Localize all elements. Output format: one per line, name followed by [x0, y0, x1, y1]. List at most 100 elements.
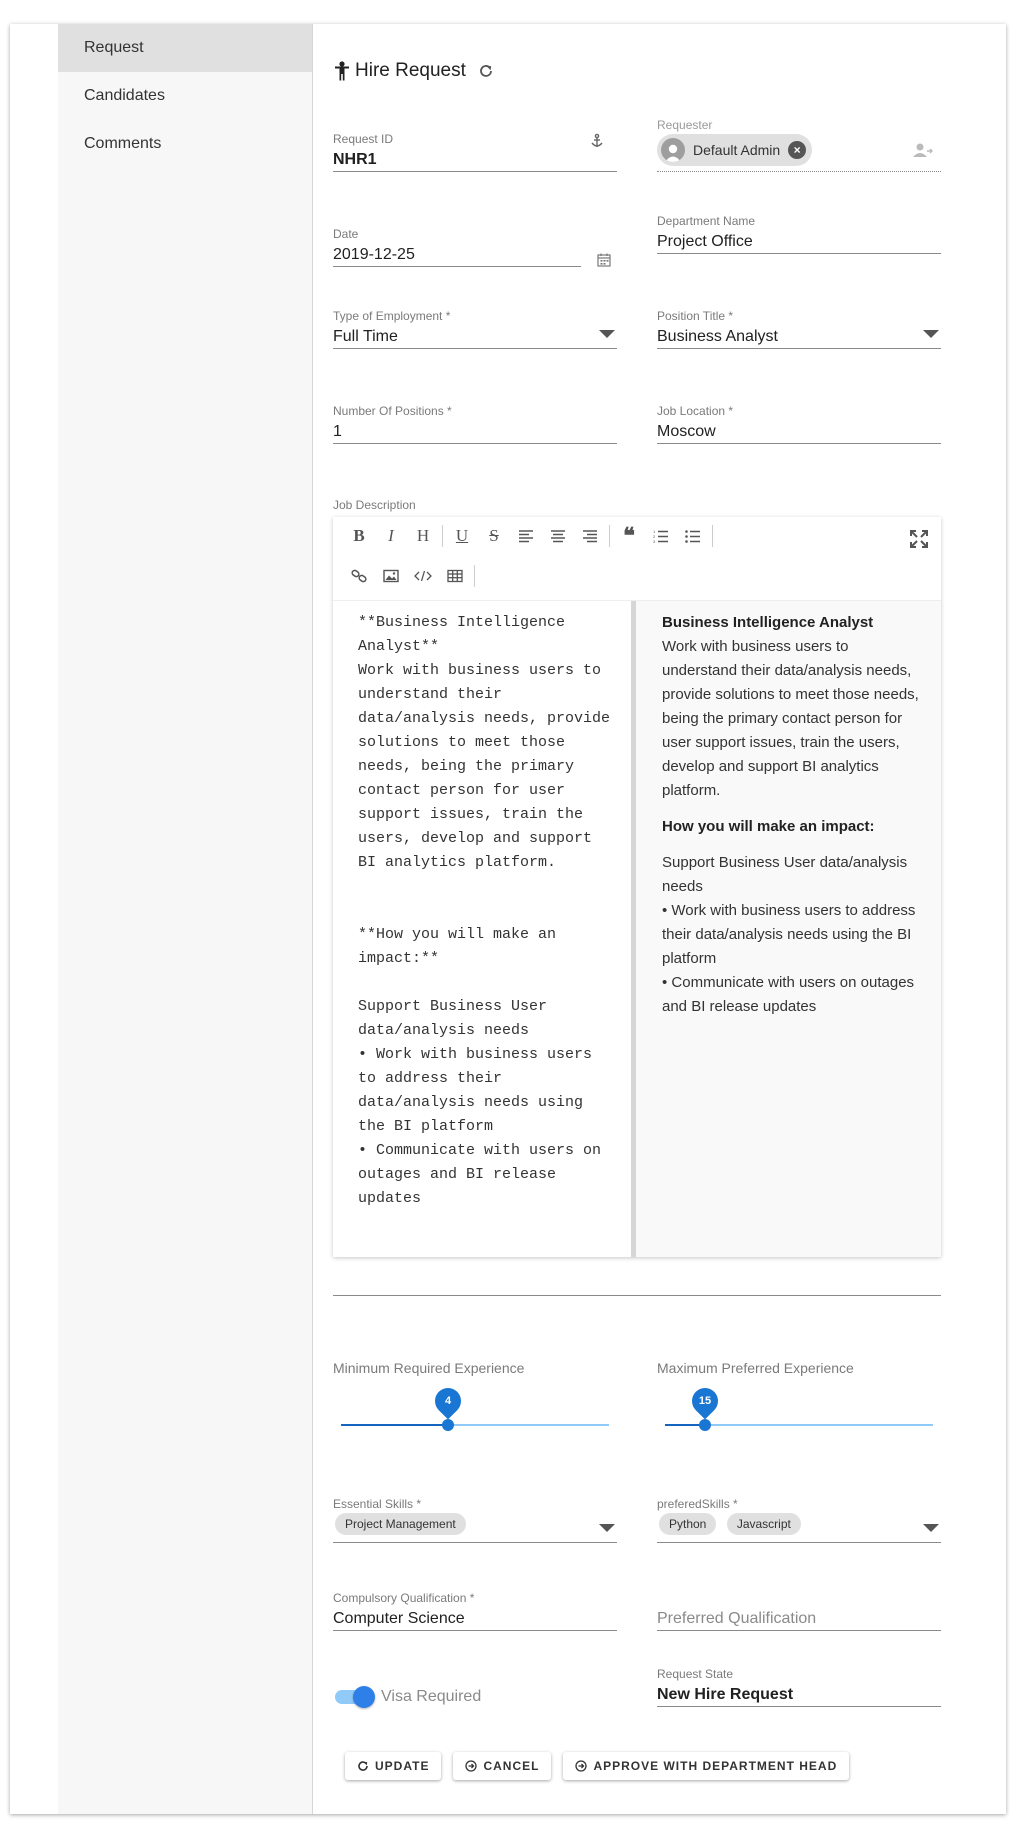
slider-value-bubble: 4: [429, 1382, 467, 1420]
visa-toggle[interactable]: Visa Required: [333, 1686, 482, 1708]
toolbar-divider: [474, 565, 475, 587]
preferred-qualification-field[interactable]: Preferred Qualification: [657, 1608, 941, 1631]
chevron-down-icon[interactable]: [599, 330, 615, 338]
position-title-select[interactable]: Position Title * Business Analyst: [657, 309, 941, 349]
italic-icon[interactable]: I: [375, 522, 407, 550]
toggle-thumb[interactable]: [353, 1686, 375, 1708]
update-label: UPDATE: [375, 1759, 430, 1773]
calendar-icon[interactable]: [597, 253, 611, 267]
slider-thumb[interactable]: [699, 1419, 712, 1431]
bold-icon[interactable]: B: [343, 522, 375, 550]
refresh-icon[interactable]: [478, 63, 494, 79]
person-icon: [335, 61, 349, 81]
markdown-editor: B I H U S ❝ 1 2 3 **Business Intelligenc…: [333, 517, 941, 1257]
requester-name: Default Admin: [693, 142, 781, 158]
request-id-value: NHR1: [333, 151, 377, 168]
toolbar-divider: [712, 525, 713, 547]
markdown-line: **How you will make an: [358, 926, 557, 943]
markdown-line: updates: [358, 1190, 422, 1207]
min-experience-slider[interactable]: Minimum Required Experience 4: [333, 1360, 617, 1431]
person-assign-icon[interactable]: [913, 142, 933, 158]
essential-skills-label: Essential Skills *: [333, 1497, 422, 1511]
code-icon[interactable]: [407, 562, 439, 590]
markdown-preview: Business Intelligence Analyst Work with …: [636, 601, 941, 1257]
approve-button[interactable]: APPROVE WITH DEPARTMENT HEAD: [563, 1752, 850, 1780]
markdown-line: Analyst**: [358, 638, 440, 655]
markdown-line: impact:**: [358, 950, 440, 967]
preview-heading: How you will make an impact:: [662, 818, 875, 835]
slider-track[interactable]: 15: [665, 1382, 933, 1431]
arrow-circle-icon: [575, 1760, 588, 1772]
department-value: Project Office: [657, 233, 753, 250]
compulsory-qualification-field[interactable]: Compulsory Qualification * Computer Scie…: [333, 1591, 617, 1631]
quote-icon[interactable]: ❝: [613, 522, 645, 550]
max-experience-slider[interactable]: Maximum Preferred Experience 15: [657, 1360, 941, 1431]
date-field[interactable]: Date 2019-12-25: [333, 227, 581, 267]
update-button[interactable]: UPDATE: [345, 1752, 442, 1780]
chevron-down-icon[interactable]: [923, 330, 939, 338]
department-field[interactable]: Department Name Project Office: [657, 214, 941, 254]
table-icon[interactable]: [439, 562, 471, 590]
markdown-line: contact person for user: [358, 782, 566, 799]
essential-skills-select[interactable]: Essential Skills * Project Management: [333, 1497, 617, 1543]
request-id-field[interactable]: Request ID NHR1: [333, 132, 617, 172]
cancel-label: CANCEL: [483, 1759, 540, 1773]
markdown-line: solutions to meet those: [358, 734, 566, 751]
department-label: Department Name: [657, 214, 756, 228]
toggle-track[interactable]: [335, 1686, 375, 1708]
section-divider: [333, 1295, 941, 1296]
positions-value: 1: [333, 423, 342, 440]
toolbar-divider: [442, 525, 443, 547]
slider-fill: [341, 1424, 449, 1426]
markdown-line: to address their: [358, 1070, 503, 1087]
markdown-line: understand their: [358, 686, 503, 703]
sidebar-item-candidates[interactable]: Candidates: [58, 72, 312, 120]
toolbar-divider: [609, 525, 610, 547]
employment-type-value: Full Time: [333, 328, 398, 345]
link-icon[interactable]: [343, 562, 375, 590]
fullscreen-icon[interactable]: [907, 527, 931, 551]
request-form: Hire Request Request ID NHR1 Requester D…: [333, 24, 953, 1814]
anchor-icon[interactable]: [589, 133, 605, 149]
job-location-field[interactable]: Job Location * Moscow: [657, 404, 941, 444]
request-id-label: Request ID: [333, 132, 394, 146]
underline-icon[interactable]: U: [446, 522, 478, 550]
requester-chip: Default Admin ×: [657, 134, 813, 166]
align-right-icon[interactable]: [574, 522, 606, 550]
markdown-line: BI analytics platform.: [358, 854, 557, 871]
slider-track[interactable]: 4: [341, 1382, 609, 1431]
positions-label: Number Of Positions *: [333, 404, 452, 418]
skill-chip[interactable]: Javascript: [726, 1513, 801, 1535]
markdown-line: support issues, train the: [358, 806, 584, 823]
image-icon[interactable]: [375, 562, 407, 590]
skill-chip[interactable]: Project Management: [335, 1513, 466, 1535]
sidebar-item-request[interactable]: Request: [58, 24, 312, 72]
slider-thumb[interactable]: [442, 1419, 455, 1431]
visa-label: Visa Required: [381, 1688, 482, 1705]
ordered-list-icon[interactable]: 123: [645, 522, 677, 550]
preview-bullet: • Work with business users to address th…: [662, 902, 916, 967]
preferred-qualification-placeholder: Preferred Qualification: [657, 1610, 817, 1627]
align-left-icon[interactable]: [510, 522, 542, 550]
refresh-icon: [358, 1761, 368, 1771]
strikethrough-icon[interactable]: S: [478, 522, 510, 550]
positions-field[interactable]: Number Of Positions * 1: [333, 404, 617, 444]
cancel-button[interactable]: CANCEL: [453, 1752, 552, 1780]
chevron-down-icon[interactable]: [923, 1524, 939, 1532]
markdown-line: • Communicate with users on: [358, 1142, 602, 1159]
sidebar-item-comments[interactable]: Comments: [58, 120, 312, 168]
preferred-skills-select[interactable]: preferedSkills * Python Javascript: [657, 1497, 941, 1543]
job-location-label: Job Location *: [657, 404, 734, 418]
markdown-line: [358, 875, 611, 899]
remove-requester-icon[interactable]: ×: [788, 141, 807, 159]
employment-type-select[interactable]: Type of Employment * Full Time: [333, 309, 617, 349]
align-center-icon[interactable]: [542, 522, 574, 550]
requester-field[interactable]: Requester Default Admin ×: [657, 118, 941, 172]
skill-chip[interactable]: Python: [659, 1513, 717, 1535]
svg-text:3: 3: [653, 539, 656, 543]
markdown-source[interactable]: **Business Intelligence Analyst** Work w…: [333, 601, 631, 1257]
heading-icon[interactable]: H: [407, 522, 439, 550]
sidebar: Request Candidates Comments: [58, 24, 313, 1814]
bullet-list-icon[interactable]: [677, 522, 709, 550]
chevron-down-icon[interactable]: [599, 1524, 615, 1532]
